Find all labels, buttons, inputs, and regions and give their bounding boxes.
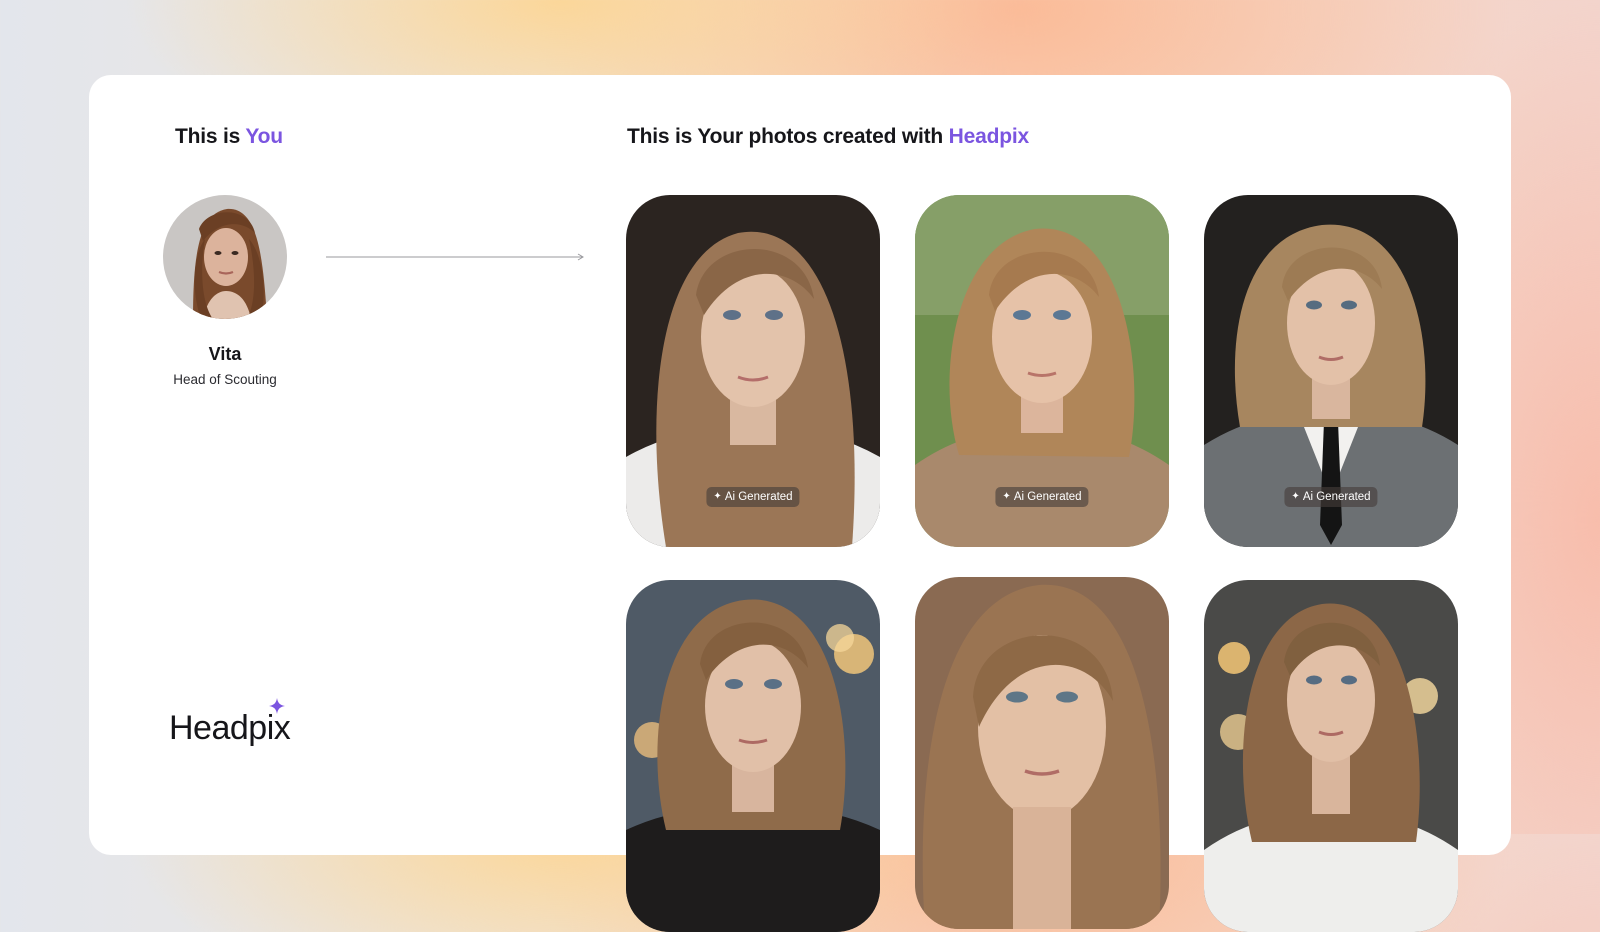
sparkle-icon: ✦	[1002, 491, 1011, 502]
logo-text: Headpix	[169, 709, 291, 747]
photos-heading-accent: Headpix	[948, 125, 1029, 148]
ai-generated-label: Ai Generated	[724, 491, 793, 503]
sparkle-icon	[269, 698, 285, 714]
photo-grey-suit-tie[interactable]: ✦ Ai Generated	[1204, 195, 1458, 547]
long-right-arrow-icon	[326, 253, 584, 261]
ai-generated-badge: ✦ Ai Generated	[1284, 487, 1378, 507]
ai-generated-label: Ai Generated	[1013, 491, 1082, 503]
main-card: This is You Vita Head of Scouting This i…	[89, 75, 1511, 932]
sparkle-icon: ✦	[1291, 491, 1300, 502]
photo-knit-sweater[interactable]: ✦ Ai Generated	[915, 195, 1169, 547]
photos-heading-prefix: This is Your photos created with	[627, 125, 949, 148]
sparkle-icon: ✦	[713, 491, 722, 502]
you-heading-prefix: This is	[175, 125, 246, 148]
photo-white-shirt-bokeh[interactable]	[1204, 580, 1458, 932]
you-heading-accent: You	[245, 125, 283, 148]
ai-generated-label: Ai Generated	[1302, 491, 1371, 503]
photo-white-blouse[interactable]: ✦ Ai Generated	[626, 195, 880, 547]
user-role: Head of Scouting	[173, 372, 277, 387]
photos-heading: This is Your photos created with Headpix	[627, 125, 1029, 149]
ai-generated-badge: ✦ Ai Generated	[706, 487, 800, 507]
you-heading: This is You	[175, 125, 283, 149]
photo-warm-closeup[interactable]	[915, 577, 1169, 929]
ai-generated-badge: ✦ Ai Generated	[995, 487, 1089, 507]
avatar	[163, 195, 287, 319]
user-name: Vita	[208, 344, 242, 364]
headpix-logo: Headpix	[169, 698, 309, 754]
photo-leather-jacket[interactable]	[626, 580, 880, 932]
